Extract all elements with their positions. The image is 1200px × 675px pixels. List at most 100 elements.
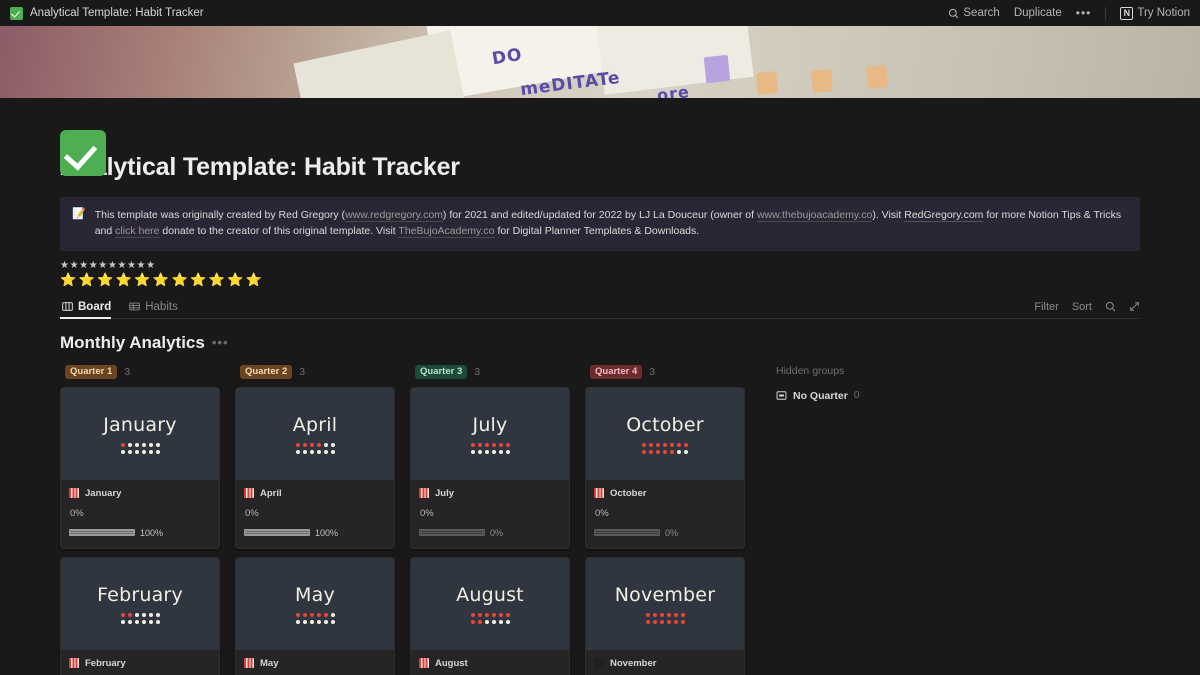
dot-red (649, 449, 653, 454)
card-progress-bar (244, 529, 310, 537)
callout-link-redgregory[interactable]: RedGregory.com (904, 209, 984, 222)
page-title: Analytical Template: Habit Tracker (60, 153, 460, 181)
dot-red (477, 442, 482, 447)
kanban-board: Quarter 1 3 January January 0% 100% February Fe… (60, 364, 1200, 675)
database-more-icon[interactable]: ••• (212, 335, 229, 350)
card-progress-row: 0% (419, 528, 561, 538)
callout-link-thebujoacademy[interactable]: TheBujoAcademy.co (398, 225, 495, 239)
dot-cream (330, 612, 335, 617)
board-card[interactable]: AugustAugust0%0% (410, 556, 570, 675)
dot-cream (677, 449, 681, 454)
board-card[interactable]: FebruaryFebruary0%100% (60, 556, 220, 675)
card-cover: November (586, 557, 744, 650)
topbar-divider (1105, 6, 1107, 20)
dot-red (645, 619, 650, 624)
card-cover: February (61, 557, 219, 650)
database-title[interactable]: Monthly Analytics ••• (60, 333, 1200, 353)
card-dot-row-top (470, 442, 510, 447)
card-name-row: August (419, 658, 561, 669)
board-card[interactable]: MayMay0%100% (235, 556, 395, 675)
hidden-group-count: 0 (853, 390, 860, 402)
card-name-label: July (435, 487, 455, 499)
page-icon-check[interactable] (60, 130, 106, 176)
dot-cream (323, 449, 328, 454)
board-column: Quarter 23 AprilApril0%100%MayMay0%100% (235, 364, 410, 675)
expand-icon[interactable] (1129, 301, 1140, 312)
dot-cream (155, 612, 160, 617)
filter-button[interactable]: Filter (1034, 301, 1058, 313)
hidden-group-item[interactable]: No Quarter 0 (776, 390, 859, 402)
board-column-cards: JulyJuly0%0%AugustAugust0%0% (410, 386, 585, 675)
page-cover-image[interactable]: DO meDITATe ore (0, 26, 1200, 98)
search-icon[interactable] (1105, 301, 1116, 312)
card-percent-value: 0% (245, 507, 259, 519)
calendar-icon (244, 488, 254, 499)
dot-red (309, 442, 314, 447)
board-card[interactable]: October October 0% 0% (585, 386, 745, 549)
dot-cream (155, 449, 160, 454)
dot-red (477, 619, 482, 624)
tab-habits[interactable]: Habits (127, 301, 184, 318)
dot-cream (302, 619, 307, 624)
dot-cream (295, 619, 300, 624)
dot-cream (141, 612, 146, 617)
dot-cream (302, 449, 307, 454)
tab-habits-label: Habits (145, 300, 178, 313)
card-body: July 0% 0% (411, 480, 569, 548)
dot-red (663, 442, 667, 447)
dot-red (680, 612, 685, 617)
board-card[interactable]: July July 0% 0% (410, 386, 570, 549)
card-dot-grid (645, 612, 685, 624)
callout-seg-2: ) for 2021 and edited/updated for 2022 b… (442, 209, 757, 221)
dot-cream (148, 619, 153, 624)
card-dot-row-top (120, 612, 160, 617)
dot-cream (141, 619, 146, 624)
card-dot-row-top (642, 442, 688, 447)
dot-red (673, 612, 678, 617)
card-dot-grid (470, 612, 510, 624)
sort-button[interactable]: Sort (1072, 301, 1092, 313)
try-notion-button[interactable]: N Try Notion (1120, 6, 1190, 20)
dot-red (505, 612, 510, 617)
dot-cream (141, 449, 146, 454)
card-dot-grid (470, 442, 510, 454)
callout-link-click-here[interactable]: click here (115, 225, 160, 239)
cover-word-more: ore (655, 82, 691, 98)
card-name-row: July (419, 488, 561, 499)
dot-cream (470, 449, 475, 454)
board-column-header[interactable]: Quarter 3 3 (410, 364, 585, 381)
dot-cream (316, 619, 321, 624)
dot-cream (148, 449, 153, 454)
board-column-header[interactable]: Quarter 1 3 (60, 364, 235, 381)
check-mark-icon (10, 6, 23, 20)
search-button[interactable]: Search (948, 7, 1000, 19)
dot-cream (134, 442, 139, 447)
more-options-button[interactable]: ••• (1076, 6, 1092, 20)
quarter-chip: Quarter 3 (415, 364, 468, 380)
card-percent-value: 0% (595, 507, 609, 519)
dot-cream (155, 619, 160, 624)
dot-cream (148, 442, 153, 447)
card-name-label: February (85, 657, 126, 669)
board-card[interactable]: NovemberNovember0%0% (585, 556, 745, 675)
board-card[interactable]: April April 0% 100% (235, 386, 395, 549)
dot-red (470, 442, 475, 447)
card-progress-label: 100% (140, 527, 164, 538)
table-icon (129, 302, 140, 311)
board-column-cards: AprilApril0%100%MayMay0%100% (235, 386, 410, 675)
dot-red (316, 442, 321, 447)
callout-link-thebujoacademy-www[interactable]: www.thebujoacademy.co (756, 209, 873, 222)
board-column-header[interactable]: Quarter 2 3 (235, 364, 410, 381)
dot-cream (134, 449, 139, 454)
board-card[interactable]: January January 0% 100% (60, 386, 220, 549)
card-dot-grid (120, 442, 160, 454)
dot-cream (330, 442, 335, 447)
card-dot-grid (642, 442, 688, 454)
board-column-header[interactable]: Quarter 4 3 (585, 364, 760, 381)
board-column-cards: JanuaryJanuary0%100%FebruaryFebruary0%10… (60, 386, 235, 675)
callout-link-redgregory-www[interactable]: www.redgregory.com (345, 209, 443, 222)
card-cover: July (411, 387, 569, 480)
tab-board[interactable]: Board (60, 301, 117, 319)
card-body: November0%0% (586, 650, 744, 675)
duplicate-button[interactable]: Duplicate (1014, 7, 1062, 19)
